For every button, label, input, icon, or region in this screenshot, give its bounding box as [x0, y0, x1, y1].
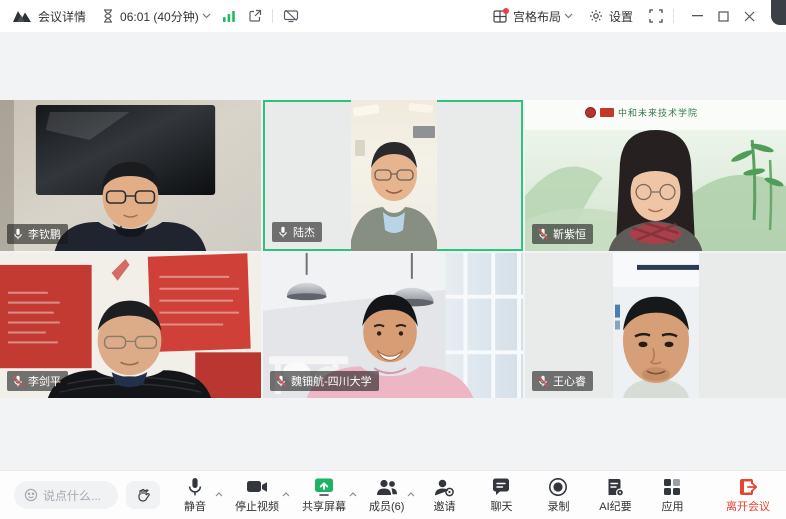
- ai-notes-label: AI纪要: [599, 498, 631, 514]
- members-button[interactable]: 成员(6): [369, 475, 404, 514]
- chat-icon: [491, 475, 511, 497]
- quick-chat-input[interactable]: 说点什么...: [14, 481, 118, 509]
- college-logo: [600, 108, 614, 117]
- participant-name-tag: 靳紫恒: [532, 224, 593, 244]
- video-tile-participant-4[interactable]: 李剑平: [0, 253, 261, 398]
- layout-notification-dot: [503, 8, 509, 14]
- ai-notes-button[interactable]: AI纪要: [598, 475, 632, 514]
- meeting-timer[interactable]: 06:01 (40分钟): [120, 8, 199, 25]
- share-screen-button[interactable]: 共享屏幕: [302, 475, 346, 514]
- mic-muted-icon: [275, 375, 287, 387]
- mute-label: 静音: [184, 498, 206, 514]
- apps-icon: [662, 475, 682, 497]
- video-grid: 李钦鹏: [0, 100, 786, 398]
- settings-button[interactable]: 设置: [609, 8, 633, 25]
- video-tile-participant-1[interactable]: 李钦鹏: [0, 100, 261, 251]
- chat-placeholder: 说点什么...: [43, 487, 101, 504]
- window-close-button[interactable]: [736, 5, 762, 27]
- invite-button[interactable]: 邀请: [427, 475, 461, 514]
- mic-on-icon: [12, 228, 24, 240]
- participant-name-tag: 李钦鹏: [7, 224, 68, 244]
- members-label: 成员(6): [369, 498, 404, 514]
- network-signal-icon[interactable]: [223, 10, 236, 22]
- portrait-video-strip: [613, 253, 699, 398]
- open-external-icon[interactable]: [248, 9, 262, 23]
- leave-meeting-icon: [738, 475, 758, 497]
- participant-name: 靳紫恒: [553, 226, 586, 242]
- grid-layout-icon[interactable]: [493, 10, 507, 23]
- banner-text: 中和未来技术学院: [618, 106, 698, 119]
- apps-label: 应用: [661, 498, 683, 514]
- ai-notes-icon: [605, 475, 625, 497]
- leave-meeting-button[interactable]: 离开会议: [726, 475, 770, 514]
- stop-video-button[interactable]: 停止视频: [235, 475, 279, 514]
- camera-icon: [246, 475, 268, 497]
- participant-name: 陆杰: [293, 224, 315, 240]
- participant-name-tag: 魏钿航-四川大学: [270, 371, 379, 391]
- record-icon: [548, 475, 568, 497]
- layout-chevron-down-icon[interactable]: [564, 13, 573, 19]
- portrait-video-strip: [351, 100, 437, 251]
- invite-label: 邀请: [433, 498, 455, 514]
- chat-label: 聊天: [490, 498, 512, 514]
- share-screen-chevron-up-icon[interactable]: [349, 484, 357, 502]
- mute-button[interactable]: 静音: [178, 475, 212, 514]
- system-overlay-widget: [771, 0, 786, 25]
- layout-selector[interactable]: 宫格布局: [513, 8, 561, 25]
- video-tile-participant-6[interactable]: 王心睿: [525, 253, 786, 398]
- video-feed: [613, 253, 699, 398]
- participant-name-tag: 王心睿: [532, 371, 593, 391]
- titlebar-divider: [272, 9, 273, 23]
- window-maximize-button[interactable]: [710, 5, 736, 27]
- participant-name: 王心睿: [553, 373, 586, 389]
- settings-gear-icon[interactable]: [589, 9, 603, 23]
- share-screen-label: 共享屏幕: [302, 498, 346, 514]
- mute-chevron-up-icon[interactable]: [215, 484, 223, 502]
- members-icon: [375, 475, 399, 497]
- participant-name: 李钦鹏: [28, 226, 61, 242]
- mic-muted-icon: [537, 375, 549, 387]
- mic-muted-icon: [537, 228, 549, 240]
- video-tile-participant-5[interactable]: 魏钿航-四川大学: [263, 253, 523, 398]
- participant-name: 魏钿航-四川大学: [291, 373, 372, 389]
- raise-hand-icon: [135, 487, 151, 503]
- members-chevron-up-icon[interactable]: [407, 484, 415, 502]
- meeting-details-link[interactable]: 会议详情: [38, 8, 86, 25]
- screen-share-icon: [313, 475, 335, 497]
- raise-hand-button[interactable]: [126, 481, 160, 509]
- invite-icon: [433, 475, 455, 497]
- bottom-toolbar: 说点什么... 静音 停止视频: [0, 470, 786, 519]
- participant-name-tag: 李剑平: [7, 371, 68, 391]
- leave-meeting-label: 离开会议: [726, 498, 770, 514]
- virtual-background-banner: 中和未来技术学院: [585, 106, 782, 119]
- video-tile-participant-3[interactable]: 中和未来技术学院 靳紫恒: [525, 100, 786, 251]
- record-label: 录制: [547, 498, 569, 514]
- university-seal-logo: [585, 107, 596, 118]
- screen-off-icon[interactable]: [283, 9, 299, 23]
- record-button[interactable]: 录制: [541, 475, 575, 514]
- title-bar: 会议详情 06:01 (40分钟) 宫格布局 设置: [0, 0, 786, 32]
- participant-name: 李剑平: [28, 373, 61, 389]
- toolbar-center-group: 静音 停止视频 共享屏幕: [178, 475, 689, 517]
- mic-muted-icon: [12, 375, 24, 387]
- stop-video-chevron-up-icon[interactable]: [282, 484, 290, 502]
- window-minimize-button[interactable]: [684, 5, 710, 27]
- meeting-app-logo: [12, 9, 32, 23]
- smiley-icon: [24, 488, 38, 502]
- mic-on-icon: [277, 226, 289, 238]
- microphone-icon: [186, 475, 204, 497]
- apps-button[interactable]: 应用: [655, 475, 689, 514]
- chat-button[interactable]: 聊天: [484, 475, 518, 514]
- timer-chevron-down-icon[interactable]: [202, 13, 211, 19]
- fullscreen-icon[interactable]: [649, 9, 663, 23]
- hourglass-icon: [102, 9, 114, 23]
- participant-name-tag: 陆杰: [272, 222, 322, 242]
- stop-video-label: 停止视频: [235, 498, 279, 514]
- video-feed: [351, 100, 437, 251]
- video-tile-participant-2[interactable]: 陆杰: [263, 100, 523, 251]
- window-controls-divider: [673, 9, 674, 23]
